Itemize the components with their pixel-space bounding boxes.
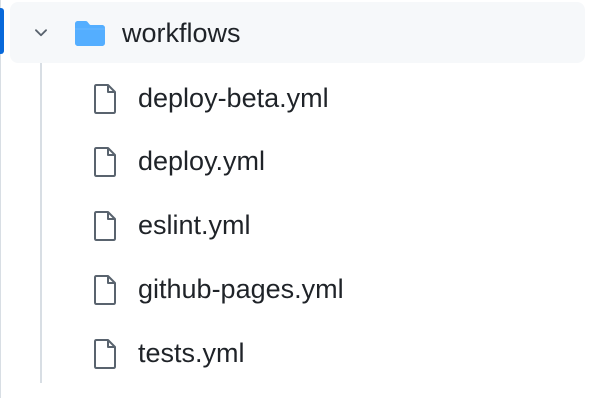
tree-left-border	[0, 0, 1, 398]
file-icon	[94, 275, 116, 305]
file-label: deploy.yml	[138, 146, 266, 176]
file-tree: workflows deploy-beta.yml deploy.yml esl…	[0, 0, 602, 398]
folder-icon	[75, 21, 105, 46]
indent-guide-line	[40, 63, 42, 383]
tree-file-deploy-beta[interactable]: deploy-beta.yml	[82, 69, 562, 125]
file-icon	[94, 147, 116, 177]
active-item-indicator	[0, 8, 4, 54]
tree-file-tests[interactable]: tests.yml	[82, 324, 562, 380]
file-label: github-pages.yml	[138, 274, 344, 304]
file-icon	[94, 339, 116, 369]
tree-file-github-pages[interactable]: github-pages.yml	[82, 260, 562, 316]
folder-label: workflows	[122, 18, 241, 48]
file-icon	[94, 211, 116, 241]
tree-file-eslint[interactable]: eslint.yml	[82, 196, 562, 252]
file-label: deploy-beta.yml	[138, 83, 329, 113]
file-label: tests.yml	[138, 338, 245, 368]
tree-folder-workflows[interactable]: workflows	[10, 2, 585, 63]
chevron-down-icon[interactable]	[32, 24, 50, 42]
file-icon	[94, 84, 116, 114]
tree-file-deploy[interactable]: deploy.yml	[82, 132, 562, 188]
file-label: eslint.yml	[138, 210, 251, 240]
